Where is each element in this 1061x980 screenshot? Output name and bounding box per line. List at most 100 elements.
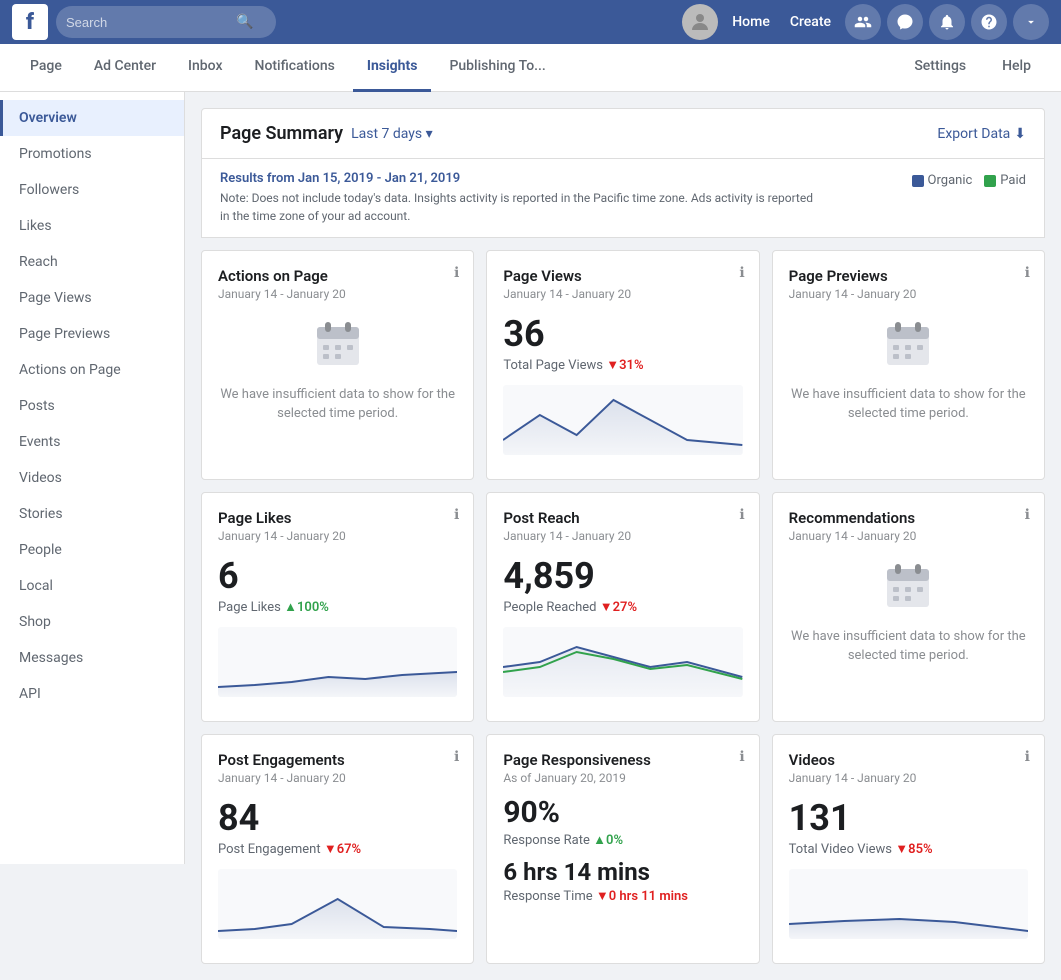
- card-title: Actions on Page: [218, 267, 457, 285]
- info-icon[interactable]: ℹ: [739, 507, 744, 523]
- card-page-views: Page Views January 14 - January 20 ℹ 36 …: [486, 250, 759, 480]
- nav-right: Home Create: [682, 4, 1049, 40]
- summary-title-group: Page Summary Last 7 days ▾: [220, 123, 433, 144]
- content-area: Page Summary Last 7 days ▾ Export Data ⬇…: [185, 92, 1061, 980]
- top-nav: f 🔍 Home Create: [0, 0, 1061, 44]
- info-icon[interactable]: ℹ: [454, 265, 459, 281]
- card-sub: Total Video Views ▼85%: [789, 841, 1028, 857]
- tab-help[interactable]: Help: [988, 44, 1045, 92]
- search-input[interactable]: [66, 15, 236, 30]
- card-date: As of January 20, 2019: [503, 771, 742, 785]
- sidebar-item-videos[interactable]: Videos: [0, 460, 184, 496]
- card-date: January 14 - January 20: [218, 287, 457, 301]
- tab-ad-center[interactable]: Ad Center: [80, 44, 170, 92]
- date-range: Results from Jan 15, 2019 - Jan 21, 2019: [220, 169, 825, 189]
- sidebar-item-promotions[interactable]: Promotions: [0, 136, 184, 172]
- sidebar-item-people[interactable]: People: [0, 532, 184, 568]
- card-second-value: 6 hrs 14 mins: [503, 858, 742, 886]
- sidebar-item-reach[interactable]: Reach: [0, 244, 184, 280]
- date-filter[interactable]: Last 7 days ▾: [351, 126, 433, 142]
- tab-settings[interactable]: Settings: [900, 44, 980, 92]
- card-sub: Total Page Views ▼31%: [503, 357, 742, 373]
- download-icon: ⬇: [1014, 126, 1026, 142]
- dropdown-icon-btn[interactable]: [1013, 4, 1049, 40]
- nav-right-links: Home Create: [724, 8, 839, 36]
- tab-page[interactable]: Page: [16, 44, 76, 92]
- calendar-icon: [883, 561, 933, 611]
- card-page-responsiveness: Page Responsiveness As of January 20, 20…: [486, 734, 759, 964]
- card-value: 90%: [503, 795, 742, 830]
- sparkline: [218, 627, 457, 697]
- info-icon[interactable]: ℹ: [1025, 265, 1030, 281]
- card-value: 131: [789, 797, 1028, 839]
- card-date: January 14 - January 20: [503, 529, 742, 543]
- info-note: Note: Does not include today's data. Ins…: [220, 189, 825, 225]
- export-button[interactable]: Export Data ⬇: [937, 126, 1026, 142]
- sidebar-item-followers[interactable]: Followers: [0, 172, 184, 208]
- sidebar-item-overview[interactable]: Overview: [0, 100, 184, 136]
- info-icon[interactable]: ℹ: [454, 749, 459, 765]
- organic-dot: [912, 175, 924, 187]
- bell-icon-btn[interactable]: [929, 4, 965, 40]
- avatar: [682, 4, 718, 40]
- calendar-icon: [313, 319, 363, 369]
- sidebar-item-messages[interactable]: Messages: [0, 640, 184, 676]
- search-bar[interactable]: 🔍: [56, 6, 276, 38]
- card-second-sub: Response Time ▼0 hrs 11 mins: [503, 888, 742, 904]
- tab-notifications[interactable]: Notifications: [241, 44, 349, 92]
- sidebar-item-posts[interactable]: Posts: [0, 388, 184, 424]
- sec-nav-right: Settings Help: [900, 44, 1045, 92]
- sidebar-item-stories[interactable]: Stories: [0, 496, 184, 532]
- card-sub: Post Engagement ▼67%: [218, 841, 457, 857]
- people-icon-btn[interactable]: [845, 4, 881, 40]
- search-icon: 🔍: [236, 14, 253, 30]
- card-actions-on-page: Actions on Page January 14 - January 20 …: [201, 250, 474, 480]
- tab-inbox[interactable]: Inbox: [174, 44, 236, 92]
- info-icon[interactable]: ℹ: [1025, 507, 1030, 523]
- info-icon[interactable]: ℹ: [739, 265, 744, 281]
- card-value: 6: [218, 555, 457, 597]
- card-title: Post Reach: [503, 509, 742, 527]
- sidebar-item-page-previews[interactable]: Page Previews: [0, 316, 184, 352]
- sidebar: Overview Promotions Followers Likes Reac…: [0, 92, 185, 864]
- card-title: Page Previews: [789, 267, 1028, 285]
- sparkline: [503, 385, 742, 455]
- card-title: Page Responsiveness: [503, 751, 742, 769]
- card-title: Page Likes: [218, 509, 457, 527]
- info-icon[interactable]: ℹ: [739, 749, 744, 765]
- sidebar-item-likes[interactable]: Likes: [0, 208, 184, 244]
- sidebar-item-page-views[interactable]: Page Views: [0, 280, 184, 316]
- card-date: January 14 - January 20: [218, 529, 457, 543]
- create-nav-link[interactable]: Create: [782, 8, 839, 36]
- sidebar-item-shop[interactable]: Shop: [0, 604, 184, 640]
- tab-insights[interactable]: Insights: [353, 44, 432, 92]
- main-layout: Overview Promotions Followers Likes Reac…: [0, 92, 1061, 980]
- sidebar-item-actions-on-page[interactable]: Actions on Page: [0, 352, 184, 388]
- sparkline: [218, 869, 457, 939]
- tab-publishing[interactable]: Publishing To...: [435, 44, 559, 92]
- card-date: January 14 - January 20: [218, 771, 457, 785]
- card-date: January 14 - January 20: [789, 771, 1028, 785]
- card-post-reach: Post Reach January 14 - January 20 ℹ 4,8…: [486, 492, 759, 722]
- info-icon[interactable]: ℹ: [454, 507, 459, 523]
- info-icon[interactable]: ℹ: [1025, 749, 1030, 765]
- secondary-nav: Page Ad Center Inbox Notifications Insig…: [0, 44, 1061, 92]
- cards-grid: Actions on Page January 14 - January 20 …: [201, 250, 1045, 964]
- sparkline: [503, 627, 742, 697]
- sidebar-item-api[interactable]: API: [0, 676, 184, 712]
- sidebar-item-events[interactable]: Events: [0, 424, 184, 460]
- info-banner: Results from Jan 15, 2019 - Jan 21, 2019…: [201, 159, 1045, 238]
- card-title: Post Engagements: [218, 751, 457, 769]
- card-value: 4,859: [503, 555, 742, 597]
- card-sub: Response Rate ▲0%: [503, 832, 742, 848]
- card-date: January 14 - January 20: [789, 529, 1028, 543]
- help-icon-btn[interactable]: [971, 4, 1007, 40]
- card-sub: Page Likes ▲100%: [218, 599, 457, 615]
- home-nav-link[interactable]: Home: [724, 8, 778, 36]
- sidebar-item-local[interactable]: Local: [0, 568, 184, 604]
- card-title: Recommendations: [789, 509, 1028, 527]
- card-value: 36: [503, 313, 742, 355]
- messenger-icon-btn[interactable]: [887, 4, 923, 40]
- sec-nav-left: Page Ad Center Inbox Notifications Insig…: [16, 44, 560, 92]
- card-recommendations: Recommendations January 14 - January 20 …: [772, 492, 1045, 722]
